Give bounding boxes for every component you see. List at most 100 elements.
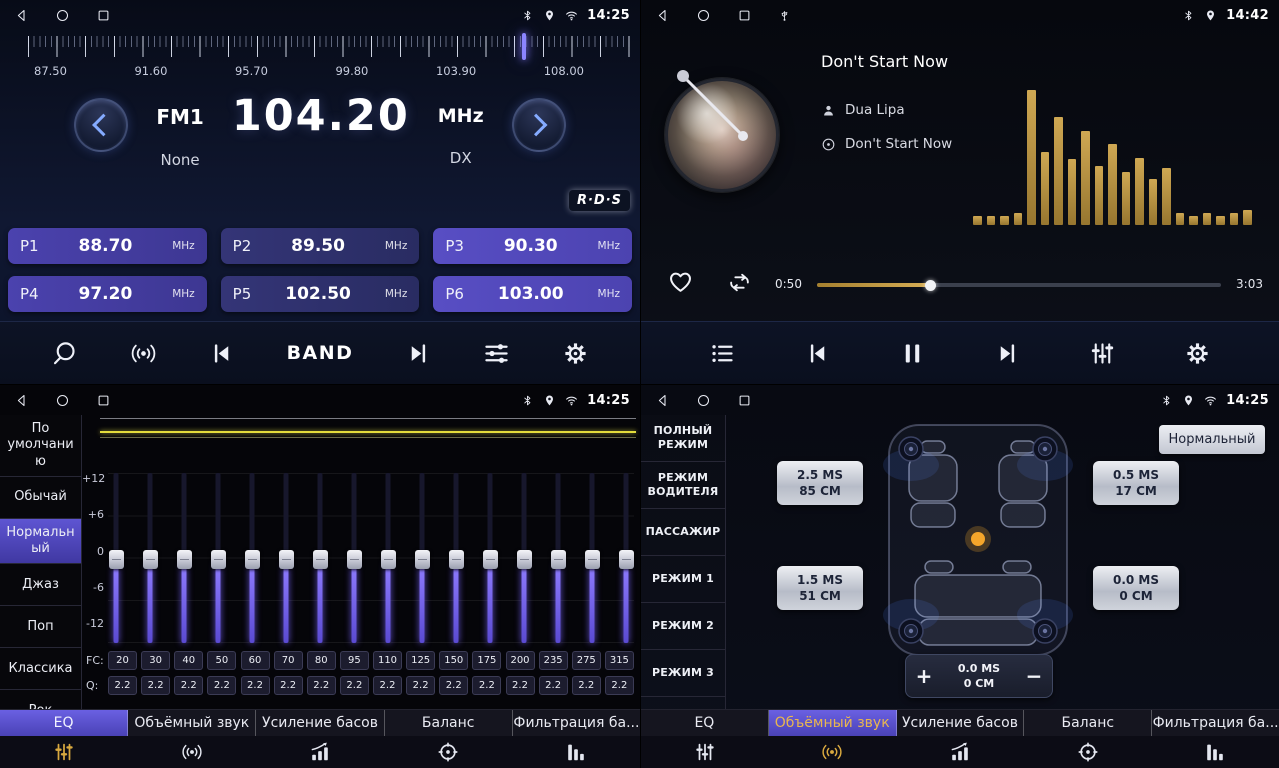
- balance-tab[interactable]: [384, 736, 512, 768]
- previous-track-icon[interactable]: [804, 340, 831, 367]
- eq-preset-item[interactable]: По умолчанию: [0, 415, 81, 477]
- rear-right-delay-button[interactable]: 0.0 MS 0 CM: [1093, 566, 1179, 610]
- tune-down-button[interactable]: [74, 98, 128, 152]
- slider-track[interactable]: [624, 473, 629, 643]
- eq-band-slider[interactable]: [312, 473, 328, 643]
- filter-tab[interactable]: [1151, 736, 1279, 768]
- balance-tab[interactable]: [1024, 736, 1152, 768]
- decrease-delay-button[interactable]: −: [1016, 664, 1052, 688]
- eq-band-slider[interactable]: [380, 473, 396, 643]
- mixer-icon[interactable]: [1089, 340, 1116, 367]
- back-icon[interactable]: [14, 393, 29, 408]
- audio-settings-tab[interactable]: Баланс: [385, 710, 513, 736]
- preset-button[interactable]: P4 97.20 MHz: [8, 276, 207, 312]
- scan-icon[interactable]: [51, 340, 78, 367]
- eq-band-slider[interactable]: [516, 473, 532, 643]
- listening-mode-item[interactable]: ПАССАЖИР: [641, 509, 725, 556]
- back-icon[interactable]: [655, 8, 670, 23]
- eq-band-slider[interactable]: [482, 473, 498, 643]
- band-button[interactable]: BAND: [287, 342, 354, 364]
- recents-square-icon[interactable]: [737, 393, 752, 408]
- audio-settings-tab[interactable]: Баланс: [1024, 710, 1152, 736]
- listening-mode-item[interactable]: РЕЖИМ 1: [641, 556, 725, 603]
- listening-mode-item[interactable]: РЕЖИМ 3: [641, 650, 725, 697]
- slider-knob[interactable]: [211, 550, 226, 569]
- broadcast-icon[interactable]: [130, 340, 157, 367]
- slider-knob[interactable]: [551, 550, 566, 569]
- slider-track[interactable]: [386, 473, 391, 643]
- pause-icon[interactable]: [899, 340, 926, 367]
- home-circle-icon[interactable]: [55, 8, 70, 23]
- listening-mode-item[interactable]: РЕЖИМ 2: [641, 603, 725, 650]
- slider-track[interactable]: [284, 473, 289, 643]
- slider-knob[interactable]: [449, 550, 464, 569]
- eq-band-slider[interactable]: [618, 473, 634, 643]
- audio-settings-tab[interactable]: Фильтрация ба...: [1152, 710, 1279, 736]
- audio-settings-tab[interactable]: Усиление басов: [256, 710, 384, 736]
- preset-button[interactable]: P2 89.50 MHz: [221, 228, 420, 264]
- audio-settings-tab[interactable]: Усиление басов: [897, 710, 1025, 736]
- surround-tab[interactable]: [128, 736, 256, 768]
- eq-band-slider[interactable]: [550, 473, 566, 643]
- slider-knob[interactable]: [585, 550, 600, 569]
- audio-settings-tab[interactable]: EQ: [641, 710, 769, 736]
- eq-preset-item[interactable]: Поп: [0, 606, 81, 648]
- eq-band-slider[interactable]: [278, 473, 294, 643]
- eq-band-slider[interactable]: [448, 473, 464, 643]
- eq-band-slider[interactable]: [210, 473, 226, 643]
- next-station-icon[interactable]: [405, 340, 432, 367]
- eq-band-slider[interactable]: [584, 473, 600, 643]
- bass-boost-tab[interactable]: [896, 736, 1024, 768]
- preset-button[interactable]: P5 102.50 MHz: [221, 276, 420, 312]
- slider-track[interactable]: [182, 473, 187, 643]
- front-left-delay-button[interactable]: 2.5 MS 85 CM: [777, 461, 863, 505]
- playlist-icon[interactable]: [709, 340, 736, 367]
- slider-knob[interactable]: [279, 550, 294, 569]
- eq-preset-item[interactable]: Нормальный: [0, 519, 81, 565]
- slider-track[interactable]: [420, 473, 425, 643]
- slider-track[interactable]: [522, 473, 527, 643]
- favorite-heart-icon[interactable]: [667, 268, 694, 295]
- progress-knob[interactable]: [925, 280, 936, 291]
- eq-band-slider[interactable]: [108, 473, 124, 643]
- slider-knob[interactable]: [517, 550, 532, 569]
- eq-band-slider[interactable]: [142, 473, 158, 643]
- preset-button[interactable]: P3 90.30 MHz: [433, 228, 632, 264]
- rear-left-delay-button[interactable]: 1.5 MS 51 CM: [777, 566, 863, 610]
- home-circle-icon[interactable]: [55, 393, 70, 408]
- eq-band-slider[interactable]: [176, 473, 192, 643]
- bass-boost-tab[interactable]: [256, 736, 384, 768]
- recents-square-icon[interactable]: [96, 393, 111, 408]
- slider-knob[interactable]: [143, 550, 158, 569]
- repeat-icon[interactable]: [727, 270, 752, 295]
- slider-track[interactable]: [216, 473, 221, 643]
- eq-band-slider[interactable]: [346, 473, 362, 643]
- slider-knob[interactable]: [381, 550, 396, 569]
- sound-preset-button[interactable]: Нормальный: [1159, 425, 1265, 454]
- eq-tab[interactable]: [0, 736, 128, 768]
- audio-settings-tab[interactable]: Фильтрация ба...: [513, 710, 640, 736]
- listening-mode-item[interactable]: РЕЖИМ ВОДИТЕЛЯ: [641, 462, 725, 509]
- slider-knob[interactable]: [347, 550, 362, 569]
- surround-tab[interactable]: [769, 736, 897, 768]
- back-icon[interactable]: [14, 8, 29, 23]
- settings-gear-icon[interactable]: [1184, 340, 1211, 367]
- front-right-delay-button[interactable]: 0.5 MS 17 CM: [1093, 461, 1179, 505]
- preset-button[interactable]: P6 103.00 MHz: [433, 276, 632, 312]
- slider-track[interactable]: [488, 473, 493, 643]
- tune-up-button[interactable]: [512, 98, 566, 152]
- previous-station-icon[interactable]: [208, 340, 235, 367]
- preset-button[interactable]: P1 88.70 MHz: [8, 228, 207, 264]
- slider-track[interactable]: [318, 473, 323, 643]
- listening-mode-item[interactable]: ПОЛНЫЙ РЕЖИМ: [641, 415, 725, 462]
- eq-band-slider[interactable]: [244, 473, 260, 643]
- eq-tab[interactable]: [641, 736, 769, 768]
- tune-sliders-icon[interactable]: [483, 340, 510, 367]
- slider-track[interactable]: [114, 473, 119, 643]
- slider-knob[interactable]: [415, 550, 430, 569]
- slider-track[interactable]: [352, 473, 357, 643]
- progress-bar[interactable]: [817, 283, 1221, 287]
- eq-preset-item[interactable]: Джаз: [0, 564, 81, 606]
- audio-settings-tab[interactable]: Объёмный звук: [128, 710, 256, 736]
- slider-track[interactable]: [556, 473, 561, 643]
